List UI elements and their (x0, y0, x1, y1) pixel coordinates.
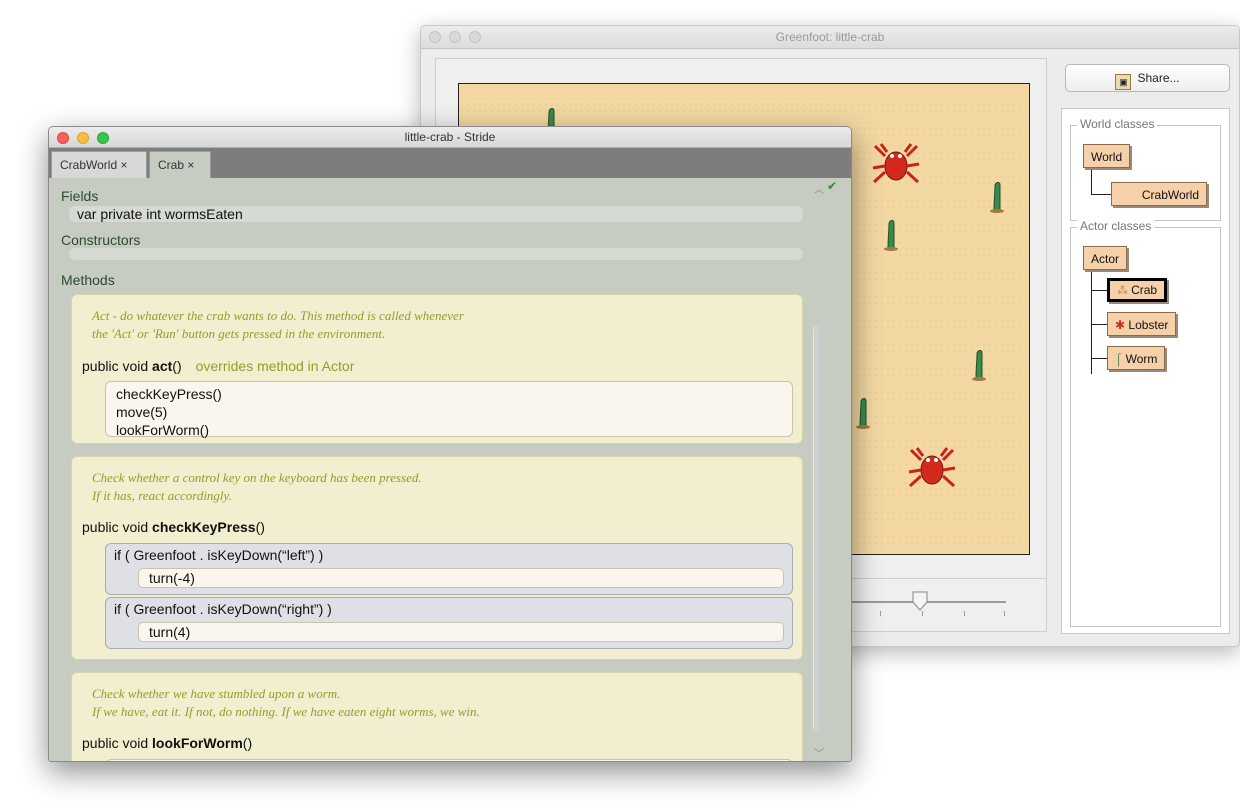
editor-tab-bar: CrabWorld × Crab × (49, 148, 851, 178)
crab-icon: ⁂ (1117, 285, 1132, 297)
method-modifiers: public void (82, 519, 149, 535)
stride-titlebar: little-crab - Stride (49, 127, 851, 148)
class-lobster[interactable]: ✱ Lobster (1107, 312, 1177, 336)
scroll-up-arrow-icon[interactable]: ︿ (814, 181, 824, 196)
method-name: checkKeyPress (152, 519, 256, 535)
if-statement[interactable]: if ( Greenfoot . isKeyDown(“right”) ) tu… (105, 597, 793, 649)
editor-gutter (819, 178, 851, 761)
doc-line: Check whether a control key on the keybo… (92, 470, 422, 485)
class-diagram-panel: World classes World CrabWorld Actor clas… (1061, 108, 1230, 634)
inheritance-line (1091, 194, 1111, 195)
worm-sprite (884, 220, 898, 251)
greenfoot-titlebar: Greenfoot: little-crab (421, 26, 1239, 49)
doc-line: If we have, eat it. If not, do nothing. … (92, 704, 480, 719)
slider-tick (964, 611, 965, 616)
slider-tick (880, 611, 881, 616)
doc-line: Check whether we have stumbled upon a wo… (92, 686, 341, 701)
constructors-heading: Constructors (61, 232, 141, 248)
method-doc-comment[interactable]: Act - do whatever the crab wants to do. … (92, 307, 464, 343)
lobster-icon: ✱ (1115, 318, 1129, 332)
if-statement[interactable]: if ( Greenfoot . isKeyDown(“left”) ) tur… (105, 543, 793, 595)
inheritance-line (1091, 358, 1107, 359)
tab-crab[interactable]: Crab × (149, 151, 211, 178)
fields-heading: Fields (61, 188, 99, 204)
override-note: overrides method in Actor (195, 358, 355, 374)
world-classes-group: World classes World CrabWorld (1070, 117, 1221, 221)
lobster-sprite (908, 447, 956, 488)
compiled-ok-check-icon: ✔ (827, 179, 838, 193)
code-editor[interactable]: Fields var private int wormsEaten Constr… (49, 178, 819, 761)
scroll-down-arrow-icon[interactable]: ﹀ (814, 745, 824, 760)
methods-heading: Methods (61, 272, 115, 288)
method-signature[interactable]: public void checkKeyPress() (82, 519, 265, 535)
stride-window-title: little-crab - Stride (404, 130, 496, 144)
method-modifiers: public void (82, 735, 149, 751)
lobster-sprite (872, 143, 920, 184)
tab-crabworld[interactable]: CrabWorld × (51, 151, 147, 178)
worm-sprite (990, 182, 1004, 213)
class-worm-label: Worm (1125, 352, 1158, 366)
if-condition[interactable]: if ( Greenfoot . isKeyDown(“right”) ) (114, 601, 332, 617)
slider-tick (922, 611, 923, 616)
statement[interactable]: turn(4) (138, 622, 784, 642)
actor-classes-label: Actor classes (1077, 219, 1155, 233)
method-signature[interactable]: public void act() overrides method in Act… (82, 358, 354, 374)
doc-line: If it has, react accordingly. (92, 488, 232, 503)
method-doc-comment[interactable]: Check whether a control key on the keybo… (92, 469, 422, 505)
method-params: () (172, 358, 182, 374)
method-name: act (152, 358, 173, 374)
speed-slider-knob[interactable] (912, 591, 928, 611)
method-checkkeypress[interactable]: Check whether a control key on the keybo… (71, 456, 803, 660)
world-classes-label: World classes (1077, 117, 1158, 131)
class-crab-label: Crab (1131, 283, 1158, 297)
actor-classes-group: Actor classes Actor ⁂ Crab ✱ Lobster ⌠ W… (1070, 219, 1221, 627)
inheritance-line (1091, 290, 1107, 291)
field-declaration[interactable]: var private int wormsEaten (69, 206, 803, 222)
class-world[interactable]: World (1083, 144, 1131, 168)
inheritance-line (1091, 170, 1092, 194)
stride-editor-window: little-crab - Stride CrabWorld × Crab × … (48, 126, 852, 762)
slider-tick (1004, 611, 1005, 616)
worm-sprite (972, 350, 986, 381)
method-act[interactable]: Act - do whatever the crab wants to do. … (71, 294, 803, 444)
method-name: lookForWorm (152, 735, 243, 751)
method-doc-comment[interactable]: Check whether we have stumbled upon a wo… (92, 685, 480, 721)
class-crabworld[interactable]: CrabWorld (1111, 182, 1207, 206)
share-button-label: Share... (1137, 71, 1180, 85)
statement[interactable]: checkKeyPress() (116, 385, 782, 403)
share-button[interactable]: ▣ Share... (1065, 64, 1230, 92)
worm-icon: ⌠ (1115, 352, 1126, 366)
method-modifiers: public void (82, 358, 149, 374)
doc-line: Act - do whatever the crab wants to do. … (92, 308, 464, 323)
class-worm[interactable]: ⌠ Worm (1107, 346, 1166, 370)
worm-sprite (856, 398, 870, 429)
method-params: () (255, 519, 265, 535)
statement[interactable]: move(5) (116, 403, 782, 421)
method-params: () (242, 735, 253, 751)
share-icon: ▣ (1115, 74, 1132, 90)
doc-line: the 'Act' or 'Run' button gets pressed i… (92, 326, 386, 341)
if-condition[interactable]: if ( Greenfoot . isKeyDown(“left”) ) (114, 547, 323, 563)
method-body[interactable] (105, 759, 793, 761)
inheritance-line (1091, 324, 1107, 325)
method-body[interactable]: checkKeyPress() move(5) lookForWorm() (105, 381, 793, 439)
statement[interactable]: lookForWorm() (116, 421, 782, 439)
statement[interactable]: turn(-4) (138, 568, 784, 588)
class-lobster-label: Lobster (1128, 318, 1169, 332)
class-actor[interactable]: Actor (1083, 246, 1128, 270)
method-signature[interactable]: public void lookForWorm() (82, 735, 252, 751)
class-crab[interactable]: ⁂ Crab (1107, 278, 1168, 302)
method-lookforworm[interactable]: Check whether we have stumbled upon a wo… (71, 672, 803, 761)
constructors-drop-area[interactable] (69, 248, 803, 260)
greenfoot-window-title: Greenfoot: little-crab (775, 30, 885, 44)
